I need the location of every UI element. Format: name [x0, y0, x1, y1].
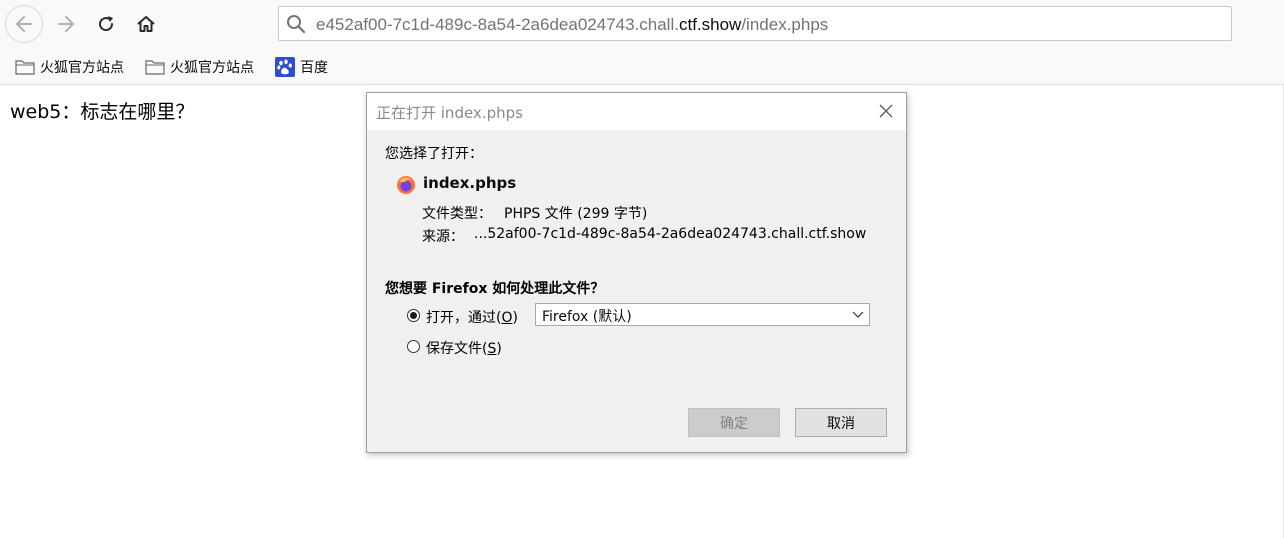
file-name: index.phps	[423, 174, 517, 192]
source-label: 来源：	[422, 229, 464, 245]
browser-toolbar: e452af00-7c1d-489c-8a54-2a6dea024743.cha…	[0, 0, 1284, 50]
save-file-radio[interactable]	[407, 340, 420, 353]
folder-icon	[15, 60, 35, 75]
save-file-label[interactable]: 保存文件(S)	[426, 338, 502, 358]
save-file-end: )	[496, 341, 502, 357]
cancel-button[interactable]: 取消	[795, 408, 887, 437]
baidu-paw-icon	[275, 57, 295, 77]
bookmark-label: 火狐官方站点	[170, 60, 254, 76]
url-path: /index.phps	[741, 15, 829, 34]
reload-icon	[99, 16, 114, 32]
open-with-radio[interactable]	[407, 309, 420, 322]
ok-button[interactable]: 确定	[688, 408, 780, 437]
page-heading: web5：标志在哪里？	[10, 101, 195, 123]
bookmark-label: 火狐官方站点	[40, 60, 124, 76]
file-type-value: PHPS 文件 (299 字节)	[504, 206, 648, 222]
firefox-icon	[397, 176, 415, 194]
arrow-left-icon	[16, 16, 32, 32]
bookmark-label: 百度	[300, 60, 328, 76]
search-icon	[287, 15, 306, 34]
reload-button[interactable]	[87, 5, 125, 43]
file-type-label: 文件类型：	[422, 206, 492, 222]
arrow-right-icon	[58, 16, 74, 32]
dialog-title: 正在打开 index.phps	[376, 104, 523, 122]
bookmarks-toolbar: 火狐官方站点 火狐官方站点 百度	[0, 50, 1284, 85]
home-icon	[137, 16, 155, 32]
url-text[interactable]: e452af00-7c1d-489c-8a54-2a6dea024743.cha…	[316, 15, 828, 35]
source-value: ...52af00-7c1d-489c-8a54-2a6dea024743.ch…	[474, 226, 867, 242]
forward-button[interactable]	[47, 5, 85, 43]
dialog-title-bar: 正在打开 index.phps	[367, 93, 906, 130]
url-domain: ctf.show	[678, 15, 742, 34]
url-prefix: e452af00-7c1d-489c-8a54-2a6dea024743.cha…	[316, 15, 679, 34]
open-with-text: 打开，通过(	[426, 310, 502, 326]
open-with-end: )	[512, 310, 518, 326]
home-button[interactable]	[127, 5, 165, 43]
you-chose-label: 您选择了打开：	[385, 146, 483, 162]
bookmark-firefox-official-2[interactable]: 火狐官方站点	[145, 57, 254, 77]
close-icon[interactable]	[878, 103, 894, 119]
bookmark-firefox-official-1[interactable]: 火狐官方站点	[15, 57, 124, 77]
open-file-dialog: 正在打开 index.phps 您选择了打开： index.phps 文件类型：…	[366, 92, 907, 453]
app-select[interactable]: Firefox (默认)	[535, 303, 870, 326]
bookmark-baidu[interactable]: 百度	[275, 57, 328, 77]
chevron-down-icon	[852, 311, 864, 318]
app-select-value: Firefox (默认)	[542, 309, 632, 325]
handle-question: 您想要 Firefox 如何处理此文件？	[385, 281, 605, 297]
open-with-label[interactable]: 打开，通过(O)	[426, 307, 518, 327]
url-bar[interactable]: e452af00-7c1d-489c-8a54-2a6dea024743.cha…	[278, 6, 1232, 41]
folder-icon	[145, 60, 165, 75]
open-with-accesskey: O	[501, 310, 513, 326]
back-button[interactable]	[5, 5, 43, 43]
save-file-text: 保存文件(	[426, 341, 488, 357]
